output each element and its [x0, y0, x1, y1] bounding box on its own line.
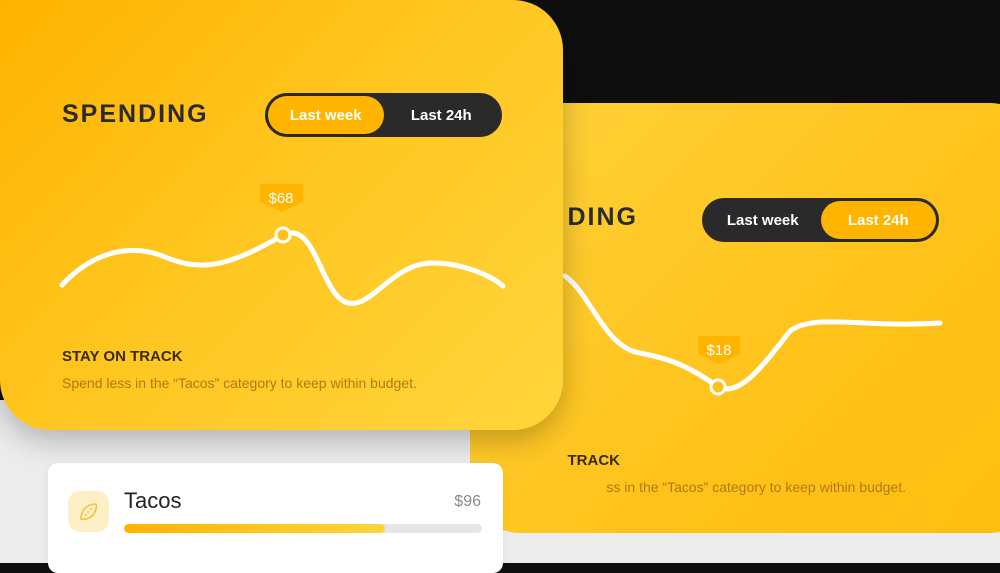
list-item[interactable]: Tacos $96 [48, 463, 503, 573]
toggle-last-24h[interactable]: Last 24h [384, 96, 500, 134]
toggle-last-week[interactable]: Last week [268, 96, 384, 134]
category-progress-fill [124, 524, 386, 533]
category-amount: $96 [454, 493, 481, 510]
selected-point-marker [274, 226, 292, 244]
spending-line-24h [562, 273, 943, 392]
category-name: Tacos [124, 488, 182, 513]
period-toggle: Last week Last 24h [702, 198, 939, 242]
spending-card-week: $68 SPENDING Last week Last 24h STAY ON … [0, 0, 563, 430]
taco-icon [68, 491, 109, 532]
spending-line-chart-week: $68 [59, 184, 506, 306]
value-tooltip: $18 [698, 336, 740, 364]
category-progress-bar [124, 524, 482, 533]
tooltip-label: $18 [706, 342, 731, 359]
card-title: SPENDING [62, 100, 209, 128]
selected-point-marker [709, 378, 727, 396]
period-toggle: Last week Last 24h [265, 93, 502, 137]
track-description: Spend less in the “Tacos” category to ke… [62, 375, 417, 391]
track-heading: STAY ON TRACK [62, 348, 183, 365]
track-description: ss in the “Tacos” category to keep withi… [606, 479, 906, 495]
toggle-last-week[interactable]: Last week [705, 201, 821, 239]
toggle-last-24h[interactable]: Last 24h [820, 201, 936, 239]
value-tooltip: $68 [260, 184, 303, 212]
tooltip-label: $68 [268, 190, 293, 207]
